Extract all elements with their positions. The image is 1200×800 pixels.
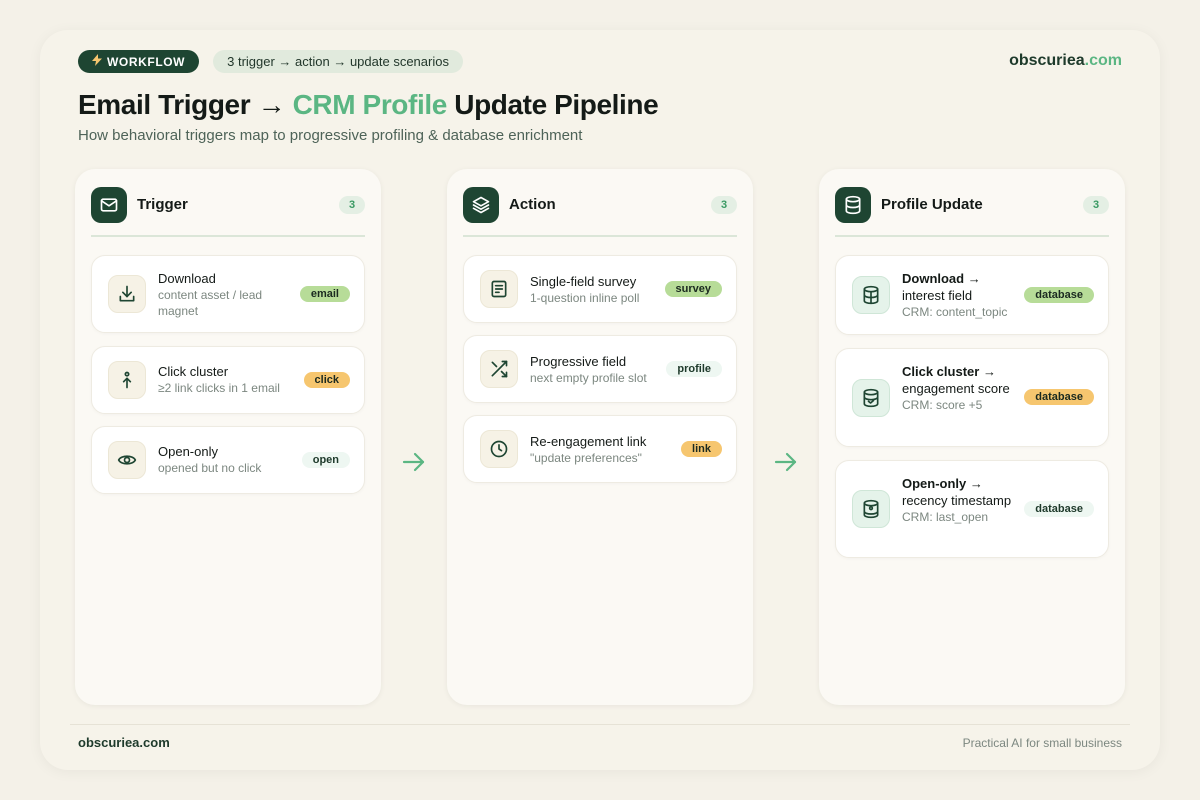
tag-badge: database	[1024, 501, 1094, 517]
tag-badge: email	[299, 286, 350, 302]
column-title: Profile Update	[881, 196, 983, 213]
survey-icon	[480, 270, 518, 308]
column-count-badge: 3	[711, 196, 737, 214]
card-title: Click cluster	[158, 364, 229, 379]
trigger-card-click-cluster[interactable]: Click cluster ≥2 link clicks in 1 email …	[91, 346, 365, 414]
card-title: Download → interest field	[902, 270, 1017, 304]
update-card-download[interactable]: Download → interest field CRM: content_t…	[835, 255, 1109, 335]
column-count-badge: 3	[339, 196, 365, 214]
card-title: Open-only → recency timestamp	[902, 475, 1017, 509]
card-title: Progressive field	[530, 354, 627, 369]
action-card-progressive-field[interactable]: Progressive field next empty profile slo…	[463, 335, 737, 403]
column-profile-update: Profile Update 3 Download → interest fie…	[819, 169, 1125, 705]
workflow-badge: WORKFLOW	[78, 50, 200, 73]
clock-icon	[480, 430, 518, 468]
tag-badge: survey	[664, 281, 722, 297]
card-title: Single-field survey	[530, 274, 637, 289]
column-trigger: Trigger 3 Download content asset / lead …	[75, 169, 381, 705]
card-title-rest: engagement score	[902, 381, 1010, 396]
mail-icon	[91, 187, 127, 223]
click-icon	[108, 361, 146, 399]
card-title: Re-engagement link	[530, 434, 647, 449]
flow-arrow-icon	[774, 451, 798, 473]
card-subtitle: 1-question inline poll	[530, 291, 640, 305]
card-title-arrow: →	[967, 271, 981, 286]
column-header: Trigger 3	[91, 187, 365, 237]
database-check-icon	[852, 379, 890, 417]
tag-badge: database	[1024, 389, 1094, 405]
card-title: Download	[158, 271, 216, 286]
card-subtitle: next empty profile slot	[530, 371, 647, 385]
tag-badge: click	[303, 372, 350, 388]
card-subtitle: CRM: score +5	[902, 398, 983, 412]
tag-badge: database	[1024, 287, 1094, 303]
column-title: Trigger	[137, 196, 188, 213]
shuffle-icon	[480, 350, 518, 388]
brand-tld: .com	[1084, 52, 1122, 69]
action-card-survey[interactable]: Single-field survey 1-question inline po…	[463, 255, 737, 323]
card-title-rest: interest field	[902, 288, 973, 303]
database-icon	[835, 187, 871, 223]
database-lock-icon	[852, 490, 890, 528]
column-action: Action 3 Single-field survey 1-question …	[447, 169, 753, 705]
card-title-bold: Open-only	[902, 476, 967, 491]
action-card-reengagement[interactable]: Re-engagement link "update preferences" …	[463, 415, 737, 483]
top-bar: WORKFLOW 3 trigger → action → update sce…	[78, 50, 463, 73]
title-arrow: →	[257, 89, 286, 120]
trigger-card-download[interactable]: Download content asset / lead magnet ema…	[91, 255, 365, 333]
card-subtitle: CRM: content_topic	[902, 305, 1008, 319]
card-title-arrow: →	[982, 364, 996, 379]
page-title: Email Trigger → CRM Profile Update Pipel…	[78, 89, 659, 121]
tag-badge: profile	[666, 361, 722, 377]
title-part2: Update Pipeline	[454, 89, 659, 120]
footer-divider	[70, 724, 1130, 725]
flow-arrow-icon	[402, 451, 426, 473]
column-count-badge: 3	[1083, 196, 1109, 214]
tag-badge: open	[301, 452, 350, 468]
card-title-bold: Download	[902, 271, 965, 286]
card-subtitle: CRM: last_open	[902, 510, 989, 524]
card-title-arrow: →	[969, 476, 983, 491]
title-accent: CRM Profile	[292, 89, 448, 120]
eye-icon	[108, 441, 146, 479]
title-part1: Email Trigger	[78, 89, 251, 120]
lightning-icon	[92, 54, 102, 69]
scenario-pill: 3 trigger → action → update scenarios	[213, 50, 463, 73]
update-card-click-cluster[interactable]: Click cluster → engagement score CRM: sc…	[835, 348, 1109, 447]
tag-badge: link	[681, 441, 722, 457]
download-icon	[108, 275, 146, 313]
column-header: Profile Update 3	[835, 187, 1109, 237]
card-subtitle: "update preferences"	[530, 451, 642, 465]
database-grid-icon	[852, 276, 890, 314]
card-title-bold: Click cluster	[902, 364, 980, 379]
workflow-badge-label: WORKFLOW	[107, 54, 186, 69]
brand-logo: obscuriea.com	[1009, 52, 1122, 70]
card-title: Click cluster → engagement score	[902, 363, 1017, 397]
update-card-open-only[interactable]: Open-only → recency timestamp CRM: last_…	[835, 460, 1109, 558]
column-header: Action 3	[463, 187, 737, 237]
footer-brand: obscuriea.com	[78, 735, 170, 750]
footer-tagline: Practical AI for small business	[962, 736, 1122, 750]
trigger-card-open-only[interactable]: Open-only opened but no click open	[91, 426, 365, 494]
column-title: Action	[509, 196, 556, 213]
card-subtitle: opened but no click	[158, 461, 262, 475]
layers-icon	[463, 187, 499, 223]
card-subtitle: content asset / lead magnet	[158, 288, 263, 318]
card-title-rest: recency timestamp	[902, 493, 1012, 508]
brand-name: obscuriea	[1009, 52, 1085, 69]
card-title: Open-only	[158, 444, 218, 459]
page-subtitle: How behavioral triggers map to progressi…	[78, 127, 583, 144]
card-subtitle: ≥2 link clicks in 1 email	[158, 381, 280, 395]
